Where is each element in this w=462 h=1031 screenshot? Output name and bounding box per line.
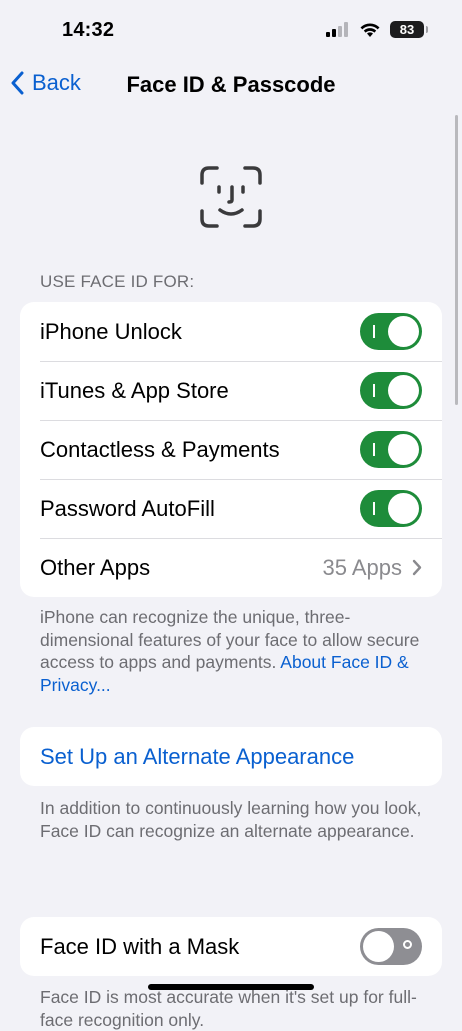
face-id-icon [200, 166, 262, 228]
toggle-iphone-unlock[interactable] [360, 313, 422, 350]
scrollbar[interactable] [455, 115, 458, 405]
row-iphone-unlock: iPhone Unlock [20, 302, 442, 361]
set-up-alternate-appearance-button[interactable]: Set Up an Alternate Appearance [20, 727, 442, 786]
section-header-use-face-id: USE FACE ID FOR: [40, 272, 195, 291]
row-label: Password AutoFill [40, 495, 215, 521]
row-label: Contactless & Payments [40, 436, 280, 462]
row-label: iPhone Unlock [40, 318, 182, 344]
status-icons: 83 [326, 21, 428, 38]
mask-group: Face ID with a Mask [20, 917, 442, 976]
navigation-bar: Back Face ID & Passcode [0, 60, 462, 108]
face-id-footer: iPhone can recognize the unique, three-d… [40, 606, 425, 696]
toggle-contactless-payments[interactable] [360, 431, 422, 468]
alternate-footer-line1: In addition to continuously learning how… [40, 798, 422, 818]
use-face-id-group: iPhone Unlock iTunes & App Store Contact… [20, 302, 442, 597]
battery-level: 83 [399, 22, 415, 37]
row-label: Face ID with a Mask [40, 933, 240, 959]
row-itunes-app-store: iTunes & App Store [20, 361, 442, 420]
signal-icon [326, 22, 348, 37]
mask-footer: Face ID is most accurate when it's set u… [40, 987, 417, 1030]
wifi-icon [360, 22, 380, 37]
toggle-face-id-with-mask[interactable] [360, 928, 422, 965]
status-bar: 14:32 83 [0, 0, 462, 60]
other-apps-count: 35 Apps [322, 554, 402, 580]
alternate-appearance-group: Set Up an Alternate Appearance [20, 727, 442, 786]
row-label: Other Apps [40, 554, 151, 580]
alternate-footer-line2: Face ID can recognize an alternate appea… [40, 820, 415, 841]
page-title: Face ID & Passcode [126, 72, 336, 97]
toggle-password-autofill[interactable] [360, 490, 422, 527]
battery-icon: 83 [390, 21, 428, 38]
row-contactless-payments: Contactless & Payments [20, 420, 442, 479]
chevron-right-icon [412, 559, 422, 576]
row-label: iTunes & App Store [40, 377, 229, 403]
action-label: Set Up an Alternate Appearance [40, 743, 355, 769]
alternate-appearance-footer: In addition to continuously learning how… [40, 797, 425, 842]
toggle-itunes-app-store[interactable] [360, 372, 422, 409]
row-password-autofill: Password AutoFill [20, 479, 442, 538]
status-time: 14:32 [62, 19, 115, 41]
row-face-id-with-mask: Face ID with a Mask [20, 917, 442, 976]
row-other-apps[interactable]: Other Apps 35 Apps [20, 538, 442, 597]
home-indicator[interactable] [148, 984, 314, 990]
